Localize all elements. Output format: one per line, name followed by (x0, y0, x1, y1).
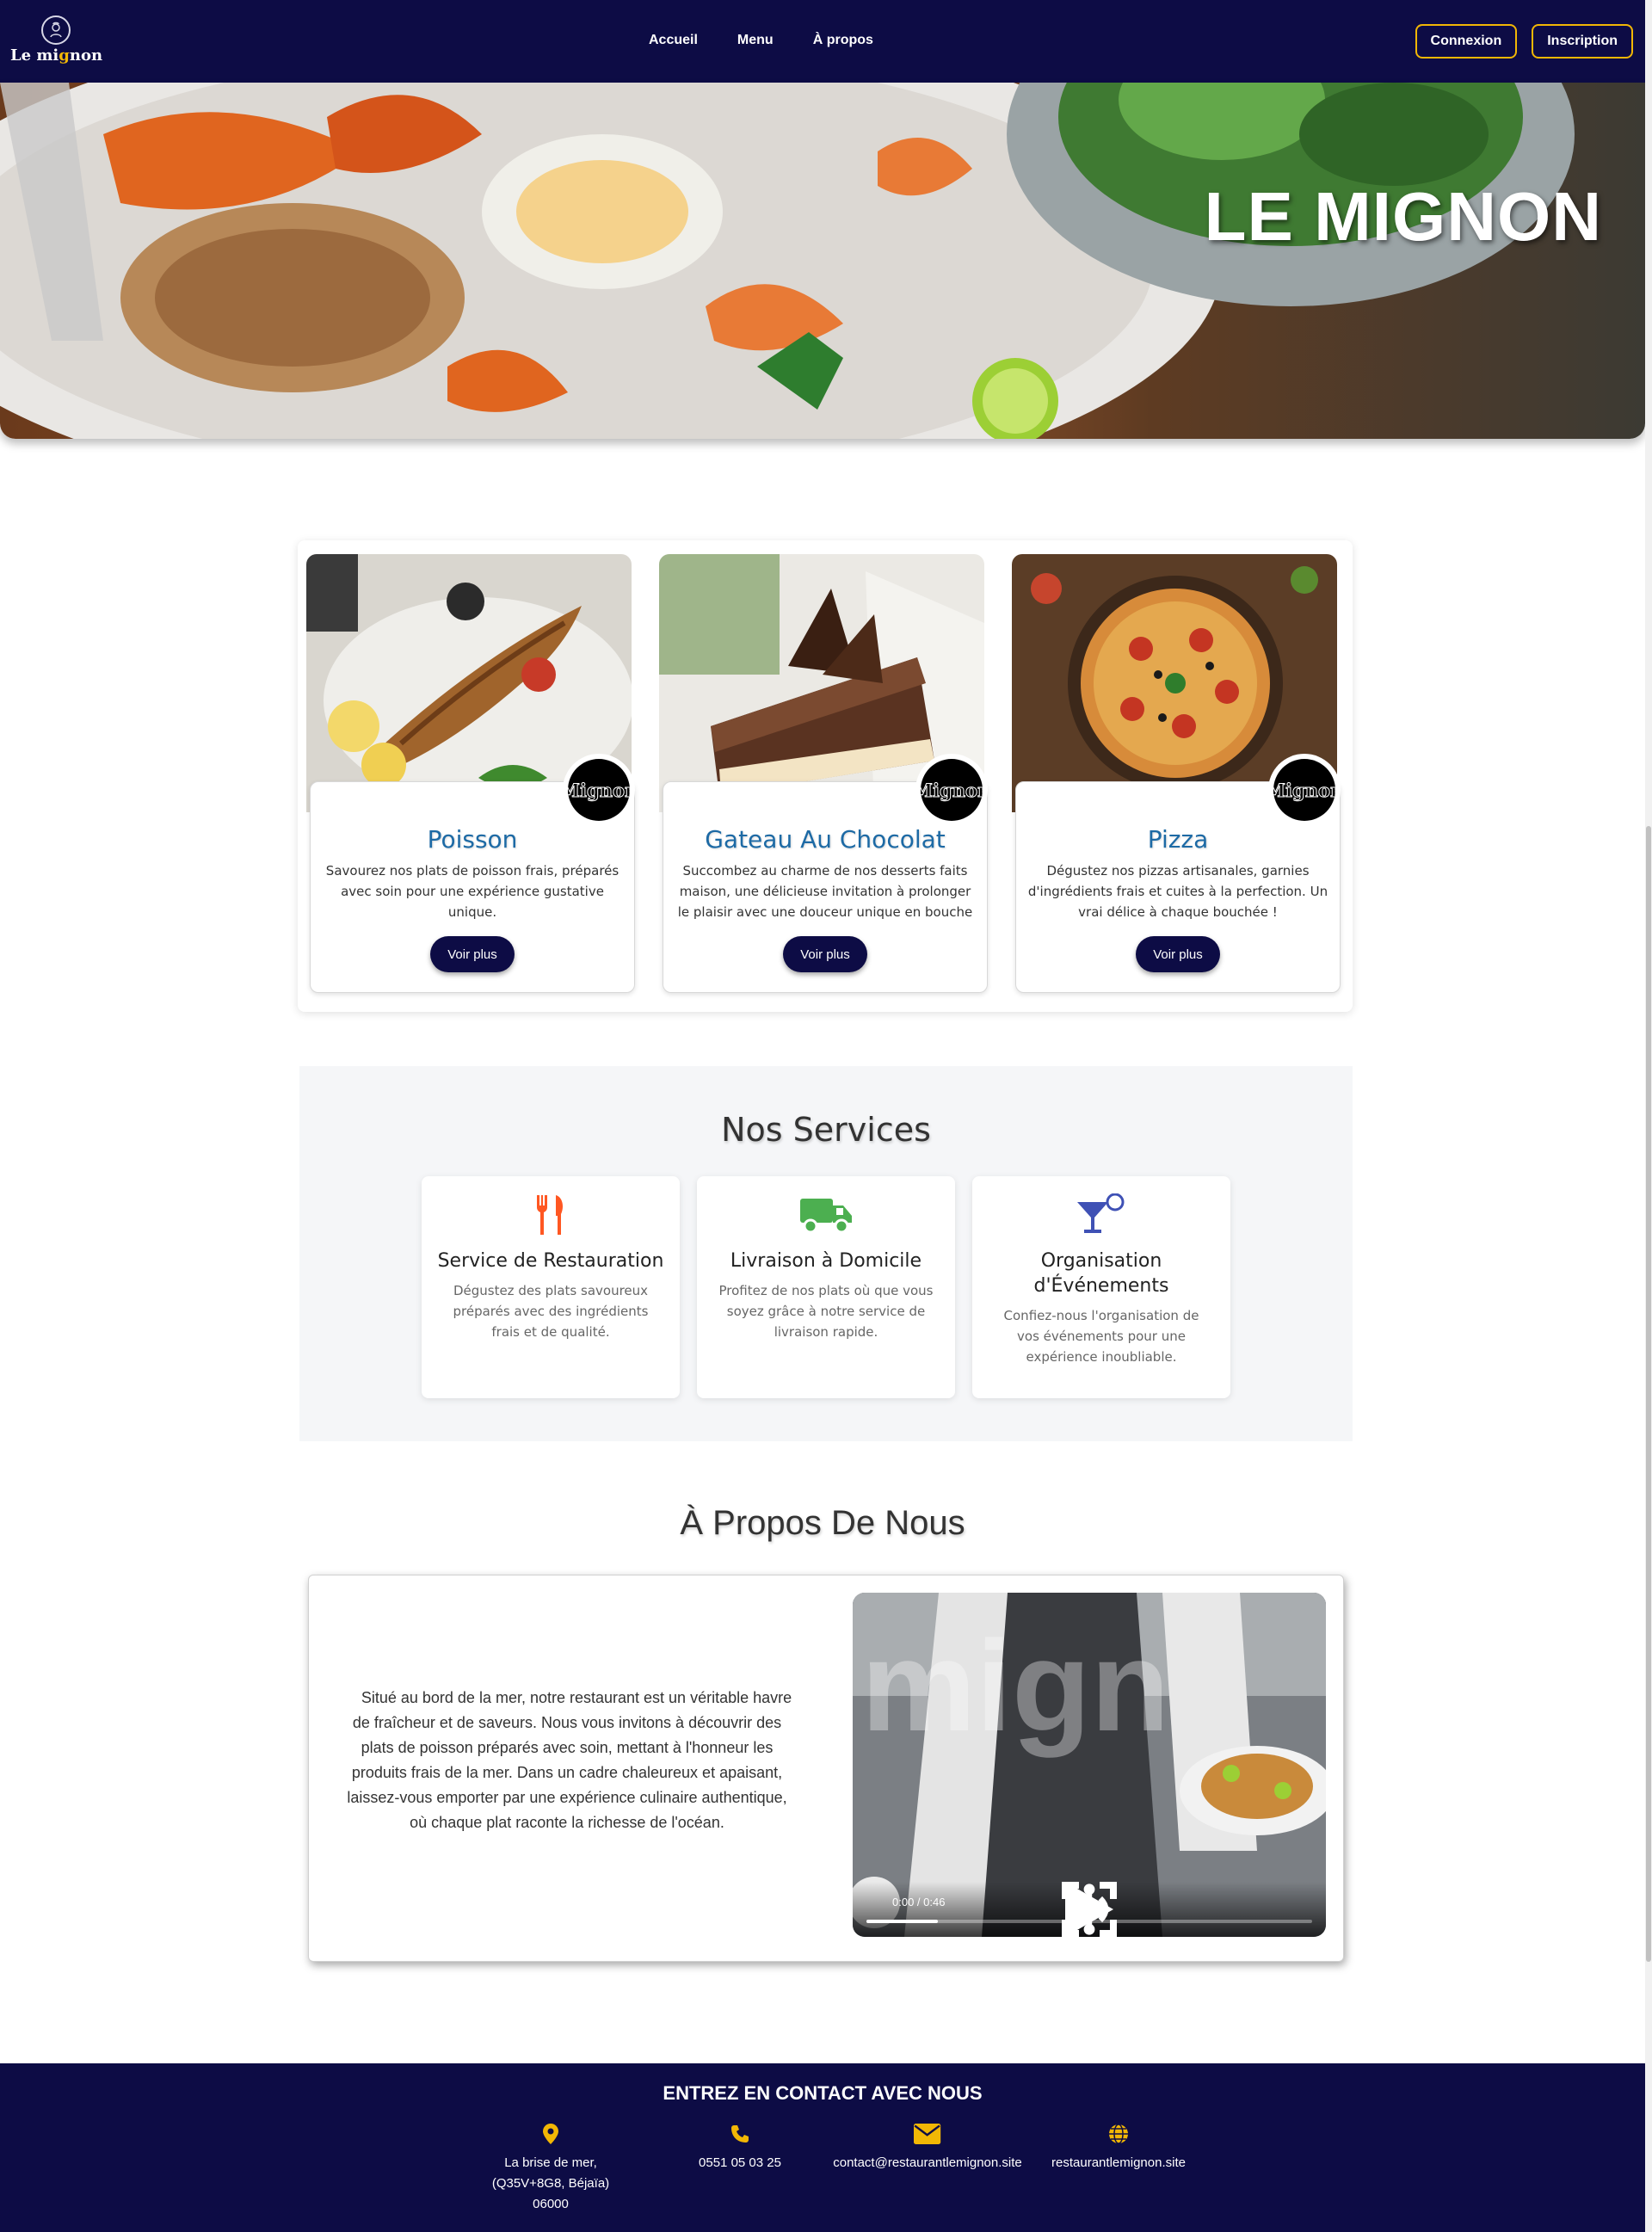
nav-link-menu[interactable]: Menu (737, 33, 774, 48)
video-player[interactable]: mign 0:00 / 0:46 (853, 1593, 1326, 1937)
top-navbar: Le mignon Accueil Menu À propos Connexio… (0, 0, 1645, 83)
svg-text:mign: mign (861, 1613, 1169, 1758)
envelope-icon (824, 2124, 1031, 2146)
services-title: Nos Services (721, 1111, 931, 1149)
footer-contact: ENTREZ EN CONTACT AVEC NOUS La brise de … (0, 2063, 1645, 2232)
dish-card-pizza: Mignon Pizza Dégustez nos pizzas artisan… (1012, 554, 1341, 993)
seafood-platter-image (0, 83, 1575, 439)
chef-emblem-icon (41, 15, 71, 45)
service-description: Profitez de nos plats où que vous soyez … (718, 1283, 934, 1340)
globe-icon (1041, 2124, 1196, 2146)
voir-plus-button[interactable]: Voir plus (1136, 936, 1220, 972)
signup-button[interactable]: Inscription (1532, 24, 1633, 59)
service-card-restauration: Service de Restauration Dégustez des pla… (422, 1176, 680, 1398)
truck-icon (697, 1193, 955, 1238)
dish-card-poisson: Mignon Poisson Savourez nos plats de poi… (306, 554, 635, 993)
service-card-livraison: Livraison à Domicile Profitez de nos pla… (697, 1176, 955, 1398)
service-description: Confiez-nous l'organisation de vos événe… (1003, 1308, 1199, 1365)
phone-icon (680, 2124, 800, 2146)
contact-address: La brise de mer, (Q35V+8G8, Béjaïa) 0600… (482, 2124, 620, 2215)
contact-email[interactable]: contact@restaurantlemignon.site (824, 2124, 1031, 2173)
email-address: contact@restaurantlemignon.site (833, 2155, 1022, 2170)
dish-description: Succombez au charme de nos desserts fait… (677, 863, 973, 920)
dish-description: Dégustez nos pizzas artisanales, garnies… (1027, 863, 1328, 920)
cocktail-icon (972, 1193, 1230, 1238)
hero-title: LE MIGNON (1204, 178, 1602, 255)
brand-logo[interactable]: Le mignon (10, 12, 102, 72)
featured-dishes: Mignon Poisson Savourez nos plats de poi… (298, 540, 1353, 1012)
mignon-badge: Mignon (563, 754, 635, 826)
contact-phone[interactable]: 0551 05 03 25 (680, 2124, 800, 2173)
contact-website[interactable]: restaurantlemignon.site (1041, 2124, 1196, 2173)
about-section: Situé au bord de la mer, notre restauran… (308, 1575, 1344, 1962)
nav-link-accueil[interactable]: Accueil (649, 33, 698, 48)
utensils-icon (422, 1193, 680, 1238)
dish-card-gateau: Mignon Gateau Au Chocolat Succombez au c… (659, 554, 988, 993)
dish-title: Poisson (427, 825, 518, 854)
service-card-evenements: Organisation d'Événements Confiez-nous l… (972, 1176, 1230, 1398)
about-title: À Propos De Nous (680, 1504, 965, 1542)
about-description: Situé au bord de la mer, notre restauran… (347, 1689, 792, 1831)
dish-title: Pizza (1147, 825, 1209, 854)
mignon-badge: Mignon (1268, 754, 1341, 826)
service-title: Organisation d'Événements (1033, 1250, 1169, 1297)
scrollbar-thumb[interactable] (1646, 826, 1651, 1962)
map-pin-icon (482, 2124, 620, 2146)
service-description: Dégustez des plats savoureux préparés av… (453, 1283, 649, 1340)
more-options-icon[interactable] (853, 1882, 1326, 1937)
video-progress-bar[interactable] (866, 1920, 1312, 1923)
brand-name: Le mignon (10, 46, 103, 65)
phone-number: 0551 05 03 25 (699, 2155, 781, 2170)
service-title: Service de Restauration (437, 1250, 664, 1272)
footer-title: ENTREZ EN CONTACT AVEC NOUS (663, 2082, 983, 2104)
nav-links: Accueil Menu À propos (649, 33, 913, 48)
hero-banner: LE MIGNON (0, 83, 1645, 439)
auth-buttons: Connexion Inscription (1415, 24, 1633, 59)
voir-plus-button[interactable]: Voir plus (430, 936, 515, 972)
video-progress-fill (866, 1920, 938, 1923)
login-button[interactable]: Connexion (1415, 24, 1518, 59)
mignon-badge: Mignon (915, 754, 988, 826)
dish-description: Savourez nos plats de poisson frais, pré… (325, 863, 620, 920)
services-section: Nos Services Service de Restauration Dég… (299, 1066, 1353, 1441)
page-scrollbar[interactable] (1645, 0, 1652, 2232)
dish-title: Gateau Au Chocolat (705, 825, 946, 854)
voir-plus-button[interactable]: Voir plus (783, 936, 867, 972)
website-url: restaurantlemignon.site (1051, 2155, 1186, 2170)
video-controls: 0:00 / 0:46 (853, 1882, 1326, 1937)
service-title: Livraison à Domicile (730, 1250, 922, 1272)
nav-link-a-propos[interactable]: À propos (813, 33, 873, 48)
